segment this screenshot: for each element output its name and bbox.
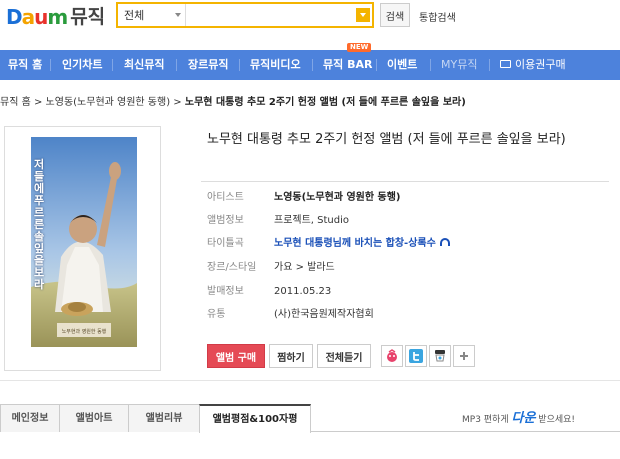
new-badge: NEW [347, 43, 372, 52]
search-button[interactable]: 검색 [380, 3, 410, 27]
play-all-button[interactable]: 전체듣기 [317, 344, 371, 368]
breadcrumb-separator: > [173, 97, 182, 108]
title-track-link[interactable]: 노무현 대통령님께 바치는 합창-상록수 [274, 238, 436, 249]
info-label: 앨범정보 [207, 215, 244, 226]
share-more-button[interactable] [453, 345, 475, 367]
info-value: (사)한국음원제작자협회 [274, 309, 374, 320]
nav-divider [489, 59, 490, 71]
twitter-icon [409, 349, 423, 363]
info-label: 발매정보 [207, 286, 244, 297]
nav-divider [112, 59, 113, 71]
tab-album-art[interactable]: 앨범아트 [59, 404, 129, 432]
album-cover-frame: 노무현과 영원한 동행 저 들에 푸르른 솔잎을 보라 [4, 126, 161, 371]
nav-item-my-music[interactable]: MY뮤직 [441, 50, 477, 80]
tab-album-rating[interactable]: 앨범평점&100자평 [199, 404, 311, 433]
yozm-icon [435, 350, 445, 362]
nav-item-music-home[interactable]: 뮤직 홈 [8, 50, 42, 80]
buy-album-button[interactable]: 앨범 구매 [207, 344, 265, 368]
nav-divider [176, 59, 177, 71]
total-search-link[interactable]: 통합검색 [419, 9, 456, 24]
info-value: 2011.05.23 [274, 286, 332, 297]
breadcrumb: 뮤직 홈 > 노영동(노무현과 영원한 동행) > 노무현 대통령 추모 2주기… [0, 93, 466, 108]
mp3-note-brand: 다운 [511, 411, 536, 426]
share-twitter-button[interactable] [405, 345, 427, 367]
svg-text:노무현과 영원한 동행: 노무현과 영원한 동행 [62, 328, 107, 335]
breadcrumb-home[interactable]: 뮤직 홈 [0, 97, 31, 108]
search-category-select[interactable]: 전체 [118, 4, 186, 26]
artist-link[interactable]: 노영동(노무현과 영원한 동행) [274, 192, 401, 203]
plus-icon [460, 352, 468, 360]
nav-divider [312, 59, 313, 71]
nav-item-label: 뮤직 BAR [323, 58, 373, 71]
music-service-name: 뮤직 [70, 6, 106, 28]
me2day-icon [387, 349, 397, 362]
search-category-label: 전체 [124, 9, 145, 22]
ticket-icon [500, 60, 511, 68]
mp3-note-suffix: 받으세요! [538, 415, 576, 425]
nav-divider [50, 59, 51, 71]
share-me2day-button[interactable] [381, 345, 403, 367]
nav-item-genre[interactable]: 장르뮤직 [188, 50, 228, 80]
main-nav: 뮤직 홈 인기차트 최신뮤직 장르뮤직 뮤직비디오 뮤직 BAR NEW 이벤트… [0, 43, 620, 80]
share-yozm-button[interactable] [429, 345, 451, 367]
search-box: 전체 [116, 2, 374, 28]
tab-main-info[interactable]: 메인정보 [0, 404, 60, 432]
album-cover-title: 저 들에 푸르른 솔잎을 보라 [34, 158, 45, 291]
mp3-download-banner[interactable]: MP3 편하게 다운 받으세요! [462, 407, 575, 426]
tab-album-review[interactable]: 앨범리뷰 [128, 404, 200, 432]
info-label: 타이틀곡 [207, 238, 244, 249]
headphone-icon[interactable] [439, 238, 450, 246]
info-row-genre: 장르/스타일 가요 > 발라드 [207, 261, 335, 275]
info-row-title-track: 타이틀곡 노무현 대통령님께 바치는 합창-상록수 [207, 237, 450, 251]
info-label: 유통 [207, 309, 226, 320]
like-button[interactable]: 찜하기 [269, 344, 313, 368]
info-row-artist: 아티스트 노영동(노무현과 영원한 동행) [207, 191, 401, 205]
nav-item-music-video[interactable]: 뮤직비디오 [250, 50, 301, 80]
daum-music-logo[interactable]: Daum 뮤직 [6, 4, 105, 28]
daum-logo-text: Daum [6, 5, 68, 29]
nav-item-new-music[interactable]: 최신뮤직 [124, 50, 164, 80]
top-header: Daum 뮤직 전체 검색 통합검색 [0, 0, 620, 44]
nav-item-music-bar[interactable]: 뮤직 BAR NEW [323, 43, 373, 80]
info-label: 아티스트 [207, 192, 244, 203]
album-actions: 앨범 구매 찜하기 전체듣기 [207, 343, 477, 369]
breadcrumb-current: 노무현 대통령 추모 2주기 헌정 앨범 (저 들에 푸르른 솔잎을 보라) [184, 97, 466, 108]
nav-item-chart[interactable]: 인기차트 [62, 50, 102, 80]
info-row-release: 발매정보 2011.05.23 [207, 285, 331, 299]
info-value: 가요 > 발라드 [274, 262, 335, 273]
nav-divider [376, 59, 377, 71]
nav-divider [239, 59, 240, 71]
search-input[interactable] [186, 4, 356, 26]
breadcrumb-separator: > [33, 97, 43, 108]
panel-divider [0, 380, 620, 381]
chevron-down-icon [175, 13, 181, 17]
nav-divider [430, 59, 431, 71]
info-label: 장르/스타일 [207, 262, 257, 273]
nav-item-label: 이용권구매 [515, 58, 566, 71]
info-row-album-info: 앨범정보 프로젝트, Studio [207, 214, 349, 228]
info-value: 프로젝트, Studio [274, 215, 350, 226]
breadcrumb-artist[interactable]: 노영동(노무현과 영원한 동행) [46, 97, 171, 108]
nav-item-event[interactable]: 이벤트 [387, 50, 417, 80]
info-divider [201, 181, 609, 182]
album-title: 노무현 대통령 추모 2주기 헌정 앨범 (저 들에 푸르른 솔잎을 보라) [207, 132, 566, 147]
chevron-down-icon [360, 13, 366, 17]
nav-item-ticket[interactable]: 이용권구매 [500, 50, 566, 80]
info-row-distributor: 유통 (사)한국음원제작자협회 [207, 308, 374, 322]
mp3-note-prefix: MP3 편하게 [462, 415, 509, 425]
album-cover-image[interactable]: 노무현과 영원한 동행 저 들에 푸르른 솔잎을 보라 [31, 137, 137, 347]
search-suggest-toggle[interactable] [356, 8, 370, 22]
